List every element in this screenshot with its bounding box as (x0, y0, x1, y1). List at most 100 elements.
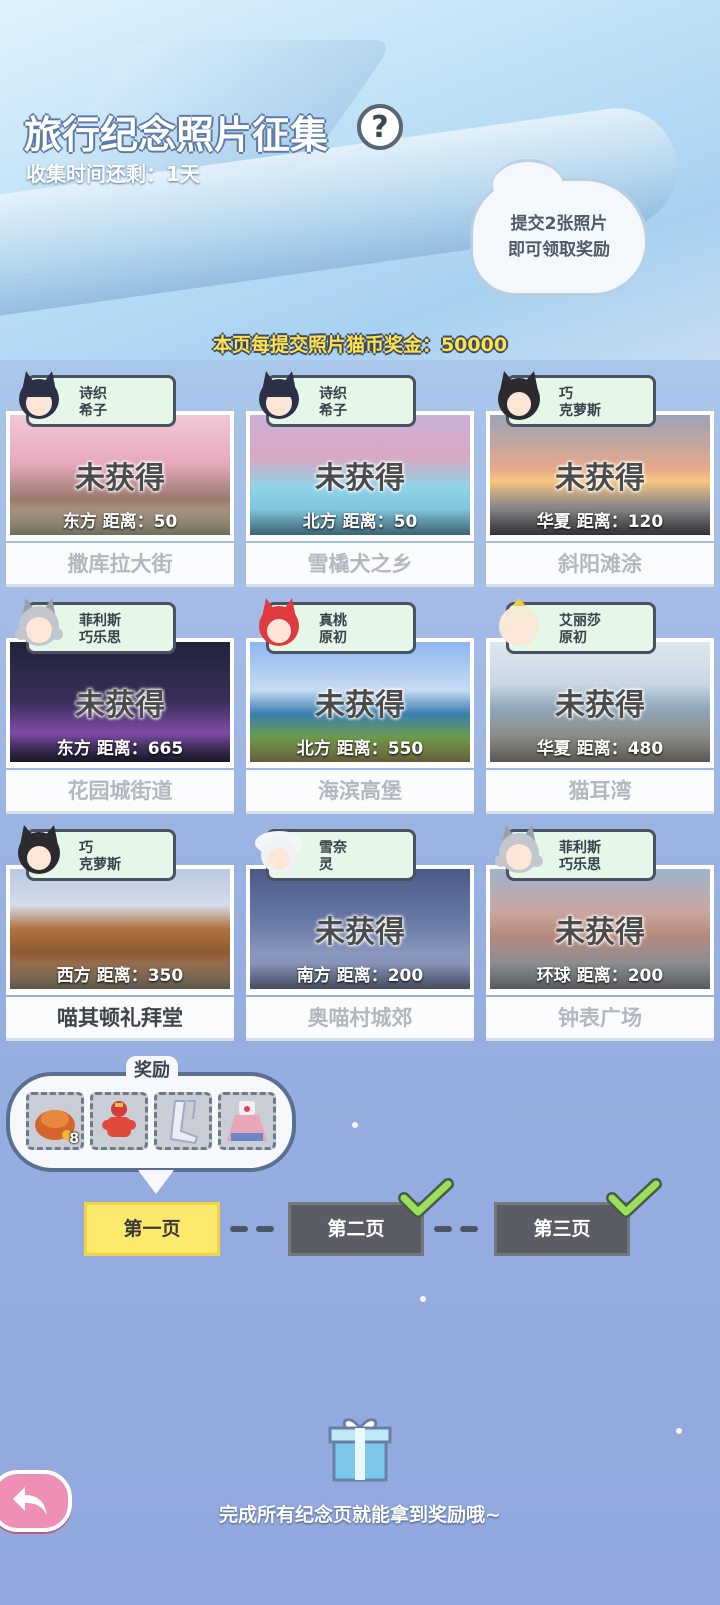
sparkle-decoration (352, 1122, 358, 1128)
photo-frame: 西方 距离：350 (6, 865, 234, 995)
photo-state: 未获得 (75, 688, 165, 723)
photo-state: 未获得 (555, 461, 645, 496)
help-button[interactable]: ? (357, 104, 403, 150)
photo-distance: 西方 距离：350 (10, 963, 230, 989)
question-icon: ? (371, 109, 389, 145)
photo-distance: 华夏 距离：480 (490, 736, 710, 762)
photo-name: 钟表广场 (486, 997, 714, 1041)
photo-name: 喵其顿礼拜堂 (6, 997, 234, 1041)
photo-card[interactable]: 未获得 华夏 距离：120 斜阳滩涂 巧克萝斯 (486, 371, 714, 587)
page-1-button[interactable]: 第一页 (84, 1202, 220, 1256)
sparkle-decoration (420, 1296, 426, 1302)
tag-line-1: 巧 (79, 840, 93, 856)
finish-reward-hint: 完成所有纪念页就能拿到奖励哦~ (219, 1504, 501, 1526)
photo-distance: 北方 距离：550 (250, 736, 470, 762)
photo-card[interactable]: 未获得 北方 距离：50 雪橇犬之乡 诗织 希子 (246, 371, 474, 587)
photo-name: 斜阳滩涂 (486, 543, 714, 587)
tag-line-2: 希子 (79, 403, 107, 419)
photo-frame: 未获得 北方 距离：50 (246, 411, 474, 541)
photo-card[interactable]: 未获得 东方 距离：665 花园城街道 菲利斯 巧乐思 (6, 598, 234, 814)
photo-frame: 未获得 北方 距离：550 (246, 638, 474, 768)
tag-line-2: 原初 (319, 630, 347, 646)
tag-line-1: 菲利斯 (79, 613, 121, 629)
tag-line-1: 诗织 (79, 386, 107, 402)
tag-line-1: 艾丽莎 (559, 613, 601, 629)
photo-name: 奥喵村城郊 (246, 997, 474, 1041)
tag-line-2: 克萝斯 (559, 403, 601, 419)
photo-card[interactable]: 未获得 环球 距离：200 钟表广场 菲利斯 巧乐思 (486, 825, 714, 1041)
tag-line-2: 希子 (319, 403, 347, 419)
tag-line-2: 原初 (559, 630, 587, 646)
page-connector (434, 1226, 452, 1232)
collection-timer: 收集时间还剩：1天 (26, 162, 200, 186)
page-connector (256, 1226, 274, 1232)
photo-card[interactable]: 未获得 南方 距离：200 奥喵村城郊 雪奈灵 (246, 829, 474, 1041)
tag-line-1: 真桃 (319, 613, 347, 629)
tag-line-1: 诗织 (319, 386, 347, 402)
character-avatar-icon (259, 371, 299, 419)
back-button[interactable] (0, 1470, 72, 1532)
photo-frame: 未获得 华夏 距离：480 (486, 638, 714, 768)
photo-state: 未获得 (315, 461, 405, 496)
photo-distance: 南方 距离：200 (250, 963, 470, 989)
photo-name: 海滨高堡 (246, 770, 474, 814)
reward-title: 奖励 (126, 1056, 178, 1086)
character-avatar-icon (495, 825, 543, 873)
dress-costume-icon (227, 1101, 267, 1141)
photo-card[interactable]: 未获得 北方 距离：550 海滨高堡 真桃 原初 (246, 598, 474, 814)
tag-line-1: 雪奈 (319, 840, 347, 856)
hint-line-2: 即可领取奖励 (508, 240, 610, 260)
photo-frame: 未获得 南方 距离：200 (246, 865, 474, 995)
check-icon (398, 1178, 454, 1218)
photo-frame: 未获得 东方 距离：50 (6, 411, 234, 541)
photo-name: 猫耳湾 (486, 770, 714, 814)
character-avatar-icon (499, 598, 539, 646)
tag-line-2: 克萝斯 (79, 857, 121, 873)
tag-line-2: 灵 (319, 857, 333, 873)
character-avatar-icon (259, 598, 299, 646)
hint-line-1: 提交2张照片 (510, 214, 608, 234)
character-avatar-icon (498, 371, 540, 420)
reward-count: 8 (69, 1131, 79, 1147)
photo-name: 雪橇犬之乡 (246, 543, 474, 587)
photo-state: 未获得 (315, 688, 405, 723)
back-arrow-icon (13, 1487, 47, 1515)
bonus-text: 本页每提交照片猫币奖金：50000 (212, 334, 508, 356)
photo-name: 撒库拉大街 (6, 543, 234, 587)
header-banner: 旅行纪念照片征集 ? 收集时间还剩：1天 提交2张照片 即可领取奖励 本页每提交… (0, 0, 720, 360)
photo-distance: 东方 距离：50 (10, 509, 230, 535)
photo-frame: 未获得 华夏 距离：120 (486, 411, 714, 541)
character-avatar-icon (18, 825, 60, 874)
check-icon (606, 1178, 662, 1218)
photo-card[interactable]: 未获得 华夏 距离：480 猫耳湾 艾丽莎 原初 (486, 598, 714, 814)
photo-state: 未获得 (555, 915, 645, 950)
reward-item[interactable] (218, 1092, 276, 1150)
page-connector (460, 1226, 478, 1232)
red-lantern-costume-icon (102, 1101, 136, 1137)
photo-card[interactable]: 西方 距离：350 喵其顿礼拜堂 巧克萝斯 (6, 825, 234, 1041)
photo-state: 未获得 (75, 461, 165, 496)
page-title: 旅行纪念照片征集 (24, 113, 329, 157)
photo-state: 未获得 (555, 688, 645, 723)
character-avatar-icon (19, 371, 59, 419)
sparkle-decoration (676, 1428, 682, 1434)
tag-line-2: 巧乐思 (79, 630, 121, 646)
stockings-icon (169, 1100, 199, 1145)
photo-frame: 未获得 环球 距离：200 (486, 865, 714, 995)
reward-item[interactable] (90, 1092, 148, 1150)
hint-cloud: 提交2张照片 即可领取奖励 (470, 159, 648, 296)
photo-card[interactable]: 未获得 东方 距离：50 撒库拉大街 诗织 希子 (6, 371, 234, 587)
photo-distance: 华夏 距离：120 (490, 509, 710, 535)
gift-box-icon[interactable] (324, 1412, 396, 1484)
photo-state: 未获得 (315, 915, 405, 950)
photo-frame: 未获得 东方 距离：665 (6, 638, 234, 768)
tag-line-1: 菲利斯 (559, 840, 601, 856)
tag-line-1: 巧 (559, 386, 573, 402)
reward-item[interactable] (154, 1092, 212, 1150)
photo-name: 花园城街道 (6, 770, 234, 814)
photo-distance: 北方 距离：50 (250, 509, 470, 535)
photo-distance: 东方 距离：665 (10, 736, 230, 762)
character-avatar-icon (255, 831, 303, 873)
reward-item[interactable]: 8 (26, 1092, 84, 1150)
character-avatar-icon (15, 598, 63, 646)
